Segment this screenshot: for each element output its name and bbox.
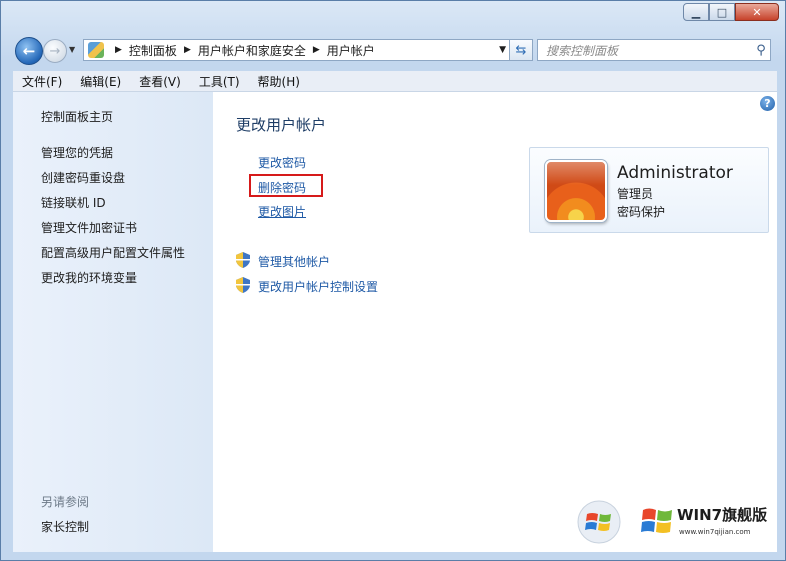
user-picture-avatar — [545, 160, 607, 222]
menu-help[interactable]: 帮助(H) — [249, 71, 309, 91]
manage-other-accounts-link[interactable]: 管理其他帐户 — [258, 253, 330, 270]
change-picture-link[interactable]: 更改图片 — [258, 203, 306, 220]
close-icon: ✕ — [752, 5, 762, 19]
menu-bar: 文件(F) 编辑(E) 查看(V) 工具(T) 帮助(H) — [13, 71, 777, 92]
history-dropdown-icon[interactable]: ▼ — [69, 45, 75, 54]
sidebar-item-control-panel-home[interactable]: 控制面板主页 — [41, 108, 113, 125]
see-also-heading: 另请参阅 — [41, 495, 90, 509]
explorer-window: ▁ □ ✕ ← → ▼ ▶ 控制面板 ▶ 用户帐户和家庭安全 ▶ 用户帐户 ▼ … — [0, 0, 786, 561]
back-button[interactable]: ← — [15, 37, 43, 65]
user-name: Administrator — [617, 163, 733, 183]
close-button[interactable]: ✕ — [735, 3, 779, 21]
task-pane: 控制面板主页 管理您的凭据 创建密码重设盘 链接联机 ID 管理文件加密证书 配… — [13, 92, 213, 552]
forward-arrow-icon: → — [49, 43, 61, 59]
maximize-button[interactable]: □ — [709, 3, 735, 21]
watermark: WIN7旗舰版 www.win7qijian.com — [577, 498, 773, 548]
sidebar-item-create-reset-disk[interactable]: 创建密码重设盘 — [41, 169, 125, 186]
user-password-status: 密码保护 — [617, 205, 666, 219]
search-box[interactable]: 搜索控制面板 ⚲ — [537, 39, 771, 61]
content-area: 控制面板主页 管理您的凭据 创建密码重设盘 链接联机 ID 管理文件加密证书 配… — [13, 92, 777, 552]
control-panel-icon — [88, 42, 104, 58]
windows-flag-logo-icon — [641, 508, 672, 533]
windows-orb-logo-icon — [577, 500, 621, 544]
caption-buttons: ▁ □ ✕ — [683, 3, 779, 21]
forward-button[interactable]: → — [43, 39, 67, 63]
minimize-button[interactable]: ▁ — [683, 3, 709, 21]
sidebar-item-manage-credentials[interactable]: 管理您的凭据 — [41, 144, 113, 161]
sidebar-item-encryption-certificates[interactable]: 管理文件加密证书 — [41, 219, 137, 236]
maximize-icon: □ — [716, 5, 728, 19]
refresh-button[interactable]: ⇆ — [509, 39, 533, 61]
search-input[interactable]: 搜索控制面板 — [538, 42, 752, 59]
search-icon[interactable]: ⚲ — [752, 43, 770, 58]
breadcrumb-user-accounts[interactable]: 用户帐户 — [327, 42, 375, 59]
watermark-url: www.win7qijian.com — [679, 528, 751, 536]
breadcrumb-separator-icon[interactable]: ▶ — [115, 45, 122, 55]
sidebar-item-parental-controls[interactable]: 家长控制 — [41, 518, 89, 535]
watermark-brand: WIN7旗舰版 — [677, 506, 768, 524]
back-arrow-icon: ← — [22, 42, 36, 60]
breadcrumb-user-family-safety[interactable]: 用户帐户和家庭安全 — [198, 42, 306, 59]
refresh-icon: ⇆ — [515, 42, 527, 58]
sidebar-item-advanced-profile[interactable]: 配置高级用户配置文件属性 — [41, 244, 185, 261]
minimize-icon: ▁ — [691, 5, 701, 19]
breadcrumb-separator-icon[interactable]: ▶ — [184, 45, 191, 55]
navigation-bar: ← → ▼ ▶ 控制面板 ▶ 用户帐户和家庭安全 ▶ 用户帐户 ▼ ⇆ 搜索控制… — [13, 37, 777, 65]
user-account-card: Administrator 管理员 密码保护 — [529, 147, 769, 233]
breadcrumb-separator-icon[interactable]: ▶ — [313, 45, 320, 55]
breadcrumb-control-panel[interactable]: 控制面板 — [129, 42, 177, 59]
change-password-link[interactable]: 更改密码 — [258, 154, 306, 171]
menu-tools[interactable]: 工具(T) — [190, 71, 249, 91]
address-dropdown-icon[interactable]: ▼ — [499, 45, 506, 55]
uac-shield-icon — [236, 252, 250, 268]
menu-edit[interactable]: 编辑(E) — [71, 71, 130, 91]
menu-view[interactable]: 查看(V) — [130, 71, 190, 91]
remove-password-link[interactable]: 删除密码 — [258, 179, 306, 196]
sidebar-item-environment-variables[interactable]: 更改我的环境变量 — [41, 269, 137, 286]
sidebar-item-link-online-id[interactable]: 链接联机 ID — [41, 194, 106, 211]
uac-shield-icon — [236, 277, 250, 293]
uac-settings-link[interactable]: 更改用户帐户控制设置 — [258, 278, 378, 295]
user-role: 管理员 — [617, 187, 654, 201]
address-bar[interactable]: ▶ 控制面板 ▶ 用户帐户和家庭安全 ▶ 用户帐户 ▼ — [83, 39, 513, 61]
help-icon[interactable]: ? — [760, 96, 775, 111]
page-title: 更改用户帐户 — [236, 116, 327, 134]
menu-file[interactable]: 文件(F) — [13, 71, 71, 91]
